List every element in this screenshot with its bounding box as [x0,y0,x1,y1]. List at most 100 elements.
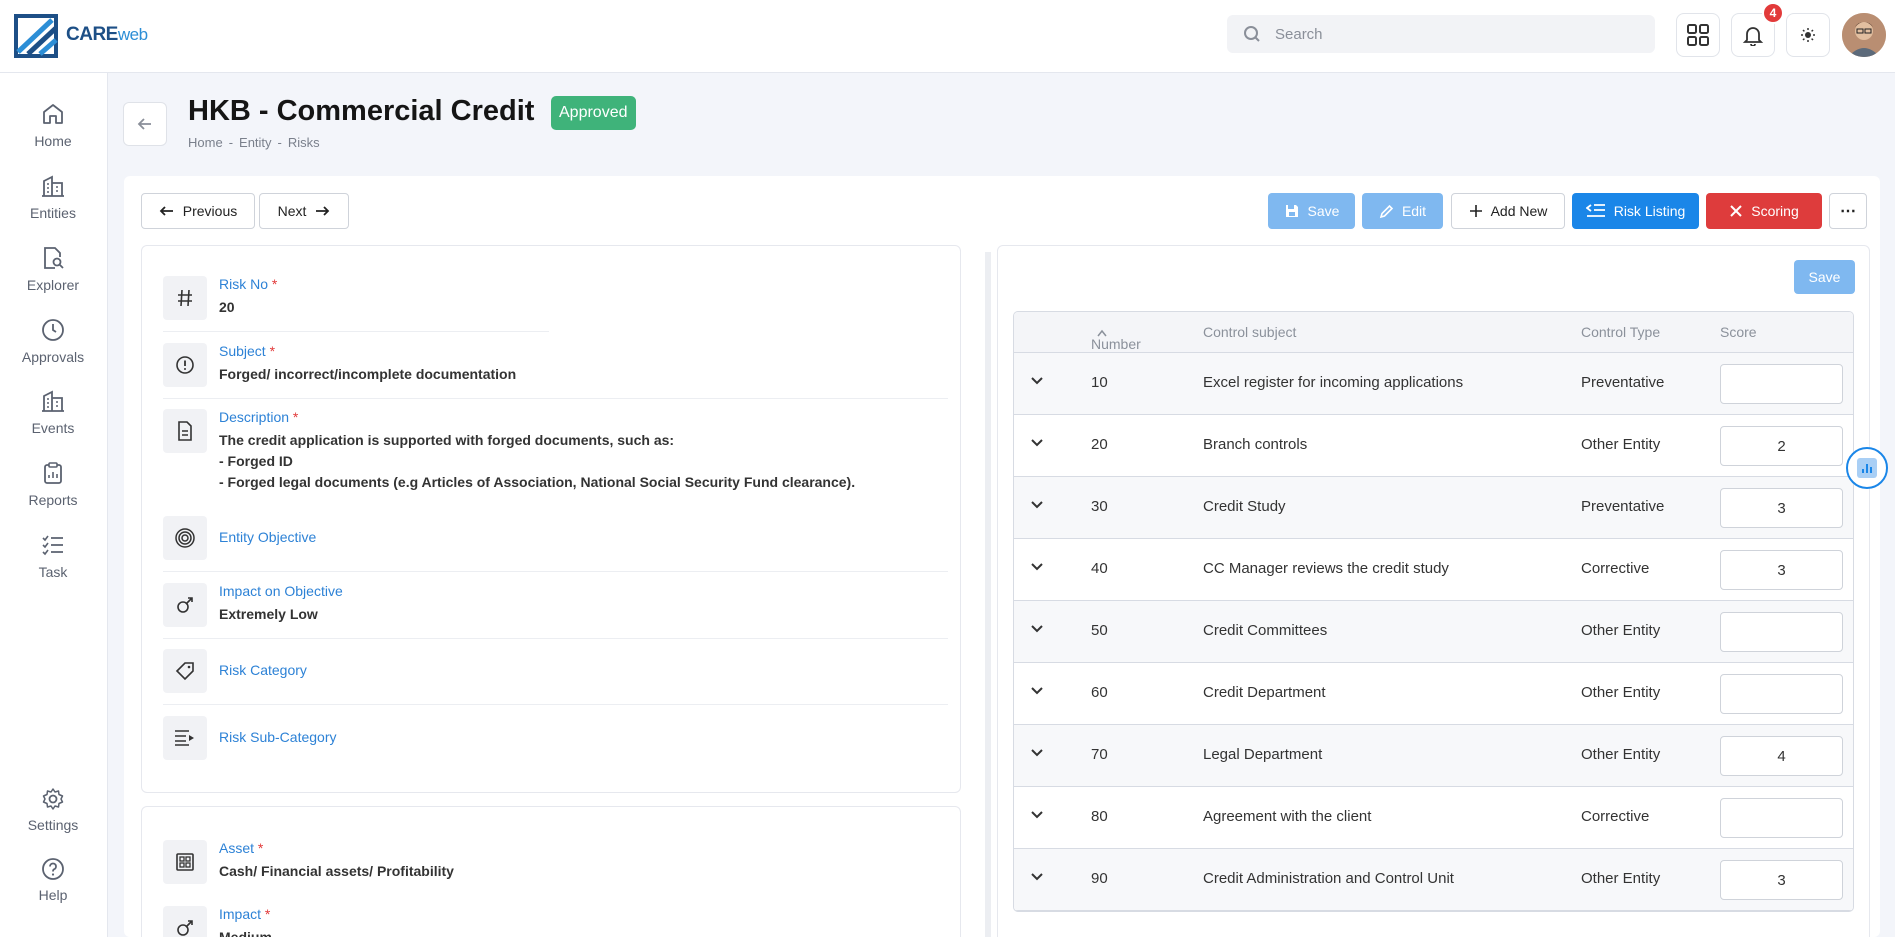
description-line: The credit application is supported with… [219,432,675,448]
previous-button[interactable]: Previous [141,193,255,229]
chevron-down-icon[interactable] [1028,806,1046,824]
table-row[interactable]: 10 Excel register for incoming applicatio… [1014,353,1853,415]
column-number-header[interactable]: Number [1091,324,1141,352]
breadcrumb-separator: - [277,135,282,150]
score-input[interactable] [1720,860,1843,900]
control-number: 70 [1091,746,1108,763]
control-type: Other Entity [1581,436,1661,453]
gear-icon [42,788,64,810]
sidebar-item-label: Settings [27,817,79,833]
chevron-down-icon[interactable] [1028,434,1046,452]
table-row[interactable]: 50 Credit Committees Other Entity [1014,601,1853,663]
save-button[interactable]: Save [1268,193,1355,229]
column-score-header[interactable]: Score [1720,324,1757,340]
chevron-down-icon[interactable] [1028,868,1046,886]
list-collapse-icon [1585,204,1605,217]
score-input[interactable] [1720,550,1843,590]
control-number: 10 [1091,374,1108,391]
sidebar-item-label: Entities [30,205,76,221]
risk-no-value: 20 [219,299,235,315]
sidebar-item-reports[interactable]: Reports [0,460,106,520]
score-input[interactable] [1720,612,1843,652]
score-input[interactable] [1720,736,1843,776]
chart-float-button[interactable] [1846,447,1888,489]
home-icon [43,104,63,124]
risk-listing-button[interactable]: Risk Listing [1572,193,1699,229]
description-value: The credit application is supported with… [219,430,855,493]
add-new-button[interactable]: Add New [1451,193,1565,229]
impact-label: Impact * [219,906,271,922]
risk-no-label: Risk No * [219,276,278,292]
control-subject: Legal Department [1203,746,1323,763]
control-number: 50 [1091,622,1108,639]
sidebar-item-entities[interactable]: Entities [0,173,106,233]
search-icon [1244,26,1260,42]
chevron-down-icon[interactable] [1028,372,1046,390]
theme-toggle-button[interactable] [1786,13,1830,57]
sidebar-item-explorer[interactable]: Explorer [0,245,106,305]
apps-grid-button[interactable] [1676,13,1720,57]
control-type: Corrective [1581,560,1650,577]
previous-label: Previous [182,203,238,219]
divider [163,638,948,639]
next-button[interactable]: Next [259,193,349,229]
back-button[interactable] [123,102,167,146]
description-line: - Forged legal documents (e.g Articles o… [219,474,856,490]
table-row[interactable]: 20 Branch controls Other Entity [1014,415,1853,477]
panel-splitter[interactable] [985,252,991,937]
score-input[interactable] [1720,674,1843,714]
controls-save-button[interactable]: Save [1794,260,1855,294]
edit-button[interactable]: Edit [1362,193,1443,229]
risk-sub-category-label: Risk Sub-Category [219,729,337,745]
table-row[interactable]: 30 Credit Study Preventative [1014,477,1853,539]
sidebar-item-settings[interactable]: Settings [0,787,106,847]
chevron-down-icon[interactable] [1028,620,1046,638]
chevron-down-icon[interactable] [1028,744,1046,762]
breadcrumb-risks: Risks [287,135,320,150]
scoring-button[interactable]: Scoring [1706,193,1822,229]
score-input[interactable] [1720,488,1843,528]
next-label: Next [277,203,307,219]
table-row[interactable]: 60 Credit Department Other Entity [1014,663,1853,725]
impact-value: Medium [219,929,272,937]
close-icon [1730,205,1742,217]
sidebar-item-help[interactable]: Help [0,857,106,917]
breadcrumb-entity[interactable]: Entity [239,135,272,150]
help-icon [42,858,64,880]
table-row[interactable]: 70 Legal Department Other Entity [1014,725,1853,787]
chevron-down-icon[interactable] [1028,558,1046,576]
plus-icon [1469,205,1482,217]
subject-value: Forged/ incorrect/incomplete documentati… [219,366,517,382]
sidebar-item-task[interactable]: Task [0,532,106,592]
control-subject: Branch controls [1203,436,1308,453]
sidebar-item-home[interactable]: Home [0,101,106,161]
breadcrumb-home[interactable]: Home [188,135,223,150]
sidebar: Home Entities Explorer Approvals Events … [0,73,108,937]
search-box[interactable] [1227,15,1655,53]
grid-icon [1687,24,1709,46]
control-number: 30 [1091,498,1108,515]
score-input[interactable] [1720,798,1843,838]
table-row[interactable]: 80 Agreement with the client Corrective [1014,787,1853,849]
column-subject-header[interactable]: Control subject [1203,324,1296,340]
more-options-button[interactable]: ⋯ [1829,193,1867,229]
control-type: Other Entity [1581,870,1661,887]
chevron-down-icon[interactable] [1028,682,1046,700]
search-input[interactable] [1275,23,1635,45]
sidebar-item-events[interactable]: Events [0,388,106,448]
subject-label: Subject * [219,343,276,359]
careweb-logo-icon [14,14,58,58]
user-avatar[interactable] [1842,13,1886,57]
asset-value: Cash/ Financial assets/ Profitability [219,863,454,879]
arrow-right-icon [316,206,330,216]
table-row[interactable]: 40 CC Manager reviews the credit study Cor… [1014,539,1853,601]
control-type: Other Entity [1581,684,1661,701]
table-row[interactable]: 90 Credit Administration and Control Unit… [1014,849,1853,911]
app-logo-text: CAREweb [66,24,148,45]
sidebar-item-approvals[interactable]: Approvals [0,317,106,377]
score-input[interactable] [1720,364,1843,404]
score-input[interactable] [1720,426,1843,466]
chevron-down-icon[interactable] [1028,496,1046,514]
column-type-header[interactable]: Control Type [1581,324,1660,340]
bell-icon [1742,27,1764,46]
